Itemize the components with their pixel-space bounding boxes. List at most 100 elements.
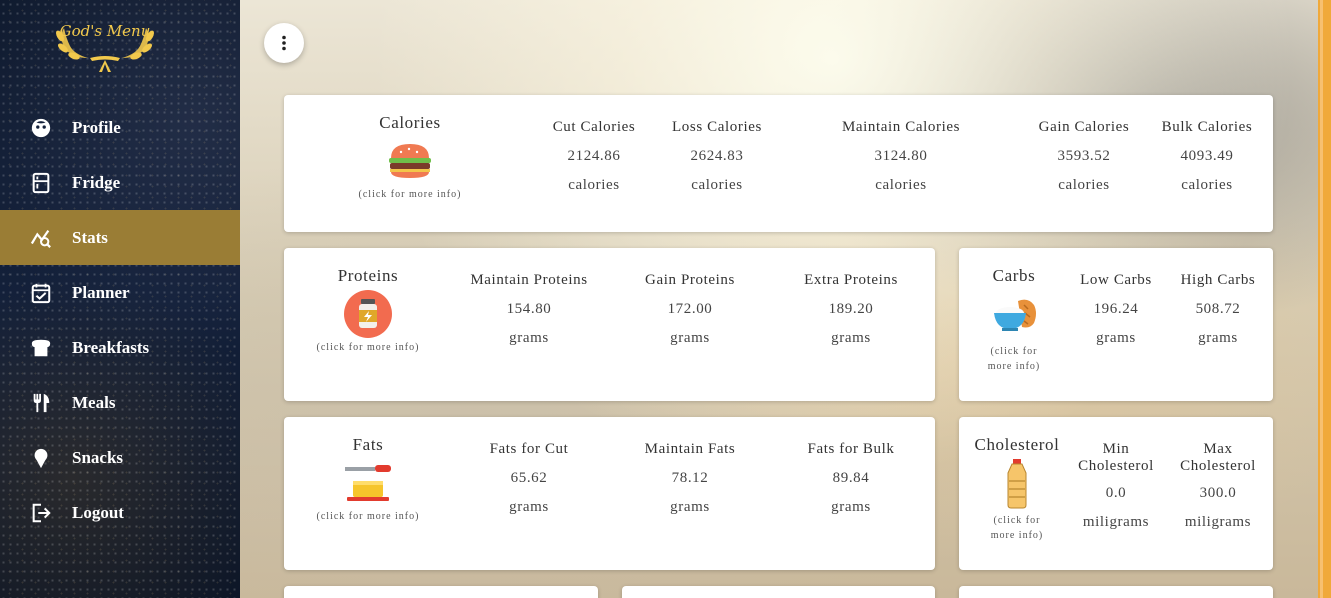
col-head: Cut Calories	[552, 119, 636, 135]
maintain-fats-col: Maintain Fats 78.12 grams	[625, 441, 755, 516]
hint-line: more info)	[990, 530, 1044, 541]
hint-line: (click for	[990, 346, 1038, 357]
sidebar-item-label: Profile	[72, 117, 121, 137]
sidebar-item-label: Stats	[72, 227, 108, 247]
more-info-hint: (click for more info)	[316, 342, 420, 353]
fats-title-block[interactable]: Fats (click for more info)	[298, 435, 438, 522]
sidebar-item-label: Logout	[72, 502, 124, 522]
col-head-line: Cholesterol	[1180, 458, 1256, 474]
sidebar-item-breakfasts[interactable]: Breakfasts	[0, 320, 240, 375]
sidebar-item-label: Breakfasts	[72, 337, 150, 357]
face-icon	[30, 117, 52, 139]
col-unit: miligrams	[1082, 514, 1150, 530]
col-unit: grams	[670, 330, 710, 346]
col-head: Maintain Fats	[644, 441, 736, 457]
cholesterol-card: Cholesterol (click for more info) Min Ch…	[959, 417, 1273, 570]
sidebar-item-label: Snacks	[72, 447, 124, 467]
partial-card-2	[622, 586, 935, 598]
col-unit: grams	[509, 499, 549, 515]
fats-for-bulk-col: Fats for Bulk 89.84 grams	[786, 441, 916, 516]
col-head: Extra Proteins	[804, 272, 898, 288]
fats-card: Fats (click for more info) Fats for Cut …	[284, 417, 935, 570]
loss-calories-col: Loss Calories 2624.83 calories	[657, 119, 777, 194]
partial-card-3	[959, 586, 1273, 598]
laurel-icon	[56, 28, 154, 72]
sidebar-item-fridge[interactable]: Fridge	[0, 155, 240, 210]
calendar-check-icon	[30, 282, 52, 304]
col-head-line: Cholesterol	[1078, 458, 1154, 474]
col-value: 65.62	[510, 470, 548, 486]
carbs-title-block[interactable]: Carbs (click for more info)	[969, 266, 1059, 374]
sidebar-item-label: Planner	[72, 282, 130, 302]
col-head: Fats for Bulk	[807, 441, 895, 457]
col-value: 0.0	[1105, 485, 1127, 501]
app-logo[interactable]: God's Menu	[50, 20, 160, 75]
sidebar-item-label: Fridge	[72, 172, 121, 192]
protein-jar-icon	[298, 286, 438, 342]
calories-card: Calories (click for more info) Cut Calor…	[284, 95, 1273, 232]
butter-knife-icon	[298, 455, 438, 511]
sidebar-item-snacks[interactable]: Snacks	[0, 430, 240, 485]
col-value: 189.20	[828, 301, 874, 317]
sidebar-item-stats[interactable]: Stats	[0, 210, 240, 265]
sidebar-item-profile[interactable]: Profile	[0, 100, 240, 155]
logout-icon	[30, 502, 52, 524]
col-value: 2124.86	[567, 148, 621, 164]
col-head: Loss Calories	[672, 119, 762, 135]
col-unit: grams	[670, 499, 710, 515]
more-menu-button[interactable]	[264, 23, 304, 63]
col-unit: calories	[875, 177, 927, 193]
oil-bottle-icon	[967, 455, 1067, 513]
col-head-line: Max	[1203, 441, 1233, 457]
col-unit: grams	[831, 499, 871, 515]
col-unit: miligrams	[1184, 514, 1252, 530]
sidebar-item-logout[interactable]: Logout	[0, 485, 240, 540]
col-value: 78.12	[671, 470, 709, 486]
col-value: 2624.83	[690, 148, 744, 164]
sidebar-item-label: Meals	[72, 392, 116, 412]
col-head-line: Min	[1102, 441, 1130, 457]
bread-rice-icon	[969, 286, 1059, 344]
hint-line: (click for	[993, 515, 1041, 526]
main-content: Calories (click for more info) Cut Calor…	[240, 0, 1318, 598]
gain-proteins-col: Gain Proteins 172.00 grams	[625, 272, 755, 347]
sidebar-item-meals[interactable]: Meals	[0, 375, 240, 430]
col-value: 508.72	[1195, 301, 1241, 317]
col-head: Bulk Calories	[1161, 119, 1253, 135]
proteins-title-block[interactable]: Proteins (click for more info)	[298, 266, 438, 353]
calories-title-block[interactable]: Calories (click for more info)	[340, 113, 480, 200]
ice-cream-icon	[30, 447, 52, 469]
card-title: Fats	[352, 435, 384, 454]
utensils-icon	[30, 392, 52, 414]
low-carbs-col: Low Carbs 196.24 grams	[1071, 272, 1161, 347]
page-scrollbar[interactable]	[1318, 0, 1331, 598]
sidebar-item-planner[interactable]: Planner	[0, 265, 240, 320]
hint-line: more info)	[987, 361, 1041, 372]
maintain-calories-col: Maintain Calories 3124.80 calories	[826, 119, 976, 194]
sidebar-nav: Profile Fridge Stats Planner Breakfasts	[0, 100, 240, 540]
proteins-card: Proteins (click for more info) Maintain …	[284, 248, 935, 401]
col-head: Min Cholesterol	[1071, 441, 1161, 475]
col-head: Maintain Calories	[841, 119, 961, 135]
gain-calories-col: Gain Calories 3593.52 calories	[1024, 119, 1144, 194]
fats-for-cut-col: Fats for Cut 65.62 grams	[464, 441, 594, 516]
col-value: 154.80	[506, 301, 552, 317]
card-title: Cholesterol	[974, 435, 1060, 454]
col-unit: calories	[691, 177, 743, 193]
col-head: Gain Calories	[1038, 119, 1130, 135]
max-cholesterol-col: Max Cholesterol 300.0 miligrams	[1171, 441, 1265, 531]
high-carbs-col: High Carbs 508.72 grams	[1171, 272, 1265, 347]
col-unit: calories	[1058, 177, 1110, 193]
more-info-hint: (click for more info)	[316, 511, 420, 522]
col-unit: calories	[568, 177, 620, 193]
cut-calories-col: Cut Calories 2124.86 calories	[539, 119, 649, 194]
scrollbar-thumb[interactable]	[1320, 0, 1323, 598]
col-value: 172.00	[667, 301, 713, 317]
col-head: Maintain Proteins	[470, 272, 588, 288]
cholesterol-title-block[interactable]: Cholesterol (click for more info)	[967, 435, 1067, 543]
col-unit: calories	[1181, 177, 1233, 193]
col-unit: grams	[1096, 330, 1136, 346]
bulk-calories-col: Bulk Calories 4093.49 calories	[1152, 119, 1262, 194]
col-unit: grams	[509, 330, 549, 346]
col-head: Low Carbs	[1080, 272, 1152, 288]
